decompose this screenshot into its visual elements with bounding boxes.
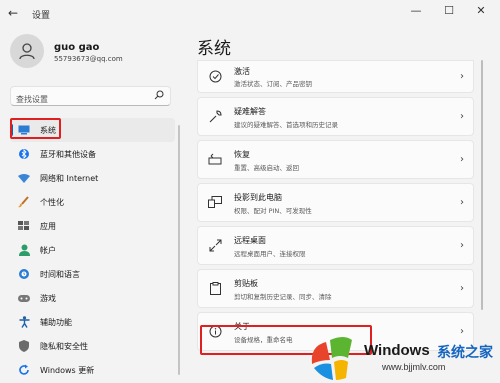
sidebar-item-label: 时间和语言	[40, 269, 80, 279]
card-troubleshoot[interactable]: 疑难解答 建议的疑难解答、首选项和历史记录 ›	[197, 97, 474, 136]
sidebar-item-label: 网络和 Internet	[40, 173, 99, 183]
search-box[interactable]	[10, 86, 171, 109]
sidebar-item-time-language[interactable]: 时间和语言	[10, 262, 175, 286]
sidebar-item-label: 隐私和安全性	[40, 341, 88, 351]
sidebar-nav: 系统 蓝牙和其他设备 网络和 Internet 个性化 应用 帐户 时间和语言 …	[10, 118, 175, 382]
shield-icon	[18, 340, 30, 352]
chevron-right-icon: ›	[460, 71, 464, 82]
page-title: 系统	[197, 39, 231, 59]
chevron-right-icon: ›	[460, 154, 464, 165]
card-title: 剪贴板	[234, 279, 258, 288]
sidebar-item-label: 帐户	[40, 245, 56, 255]
card-clipboard[interactable]: 剪贴板 剪切和复制历史记录、同步、清除 ›	[197, 269, 474, 308]
recovery-icon	[208, 152, 222, 166]
watermark-windows-text: Windows	[364, 342, 430, 359]
search-icon[interactable]	[154, 90, 164, 100]
card-subtitle: 设备规格，重命名电	[234, 336, 293, 344]
chevron-right-icon: ›	[460, 197, 464, 208]
card-subtitle: 剪切和复制历史记录、同步、清除	[234, 293, 332, 301]
sidebar-item-label: 游戏	[40, 293, 56, 303]
sidebar-item-privacy[interactable]: 隐私和安全性	[10, 334, 175, 358]
main-scrollbar[interactable]	[481, 60, 483, 310]
sidebar-item-label: 个性化	[40, 197, 64, 207]
maximize-button[interactable]: ☐	[441, 4, 457, 17]
sidebar-item-accounts[interactable]: 帐户	[10, 238, 175, 262]
sidebar-item-apps[interactable]: 应用	[10, 214, 175, 238]
card-projection[interactable]: 投影到此电脑 权限、配对 PIN、可发现性 ›	[197, 183, 474, 222]
sidebar-item-label: 蓝牙和其他设备	[40, 149, 96, 159]
sidebar-item-gaming[interactable]: 游戏	[10, 286, 175, 310]
user-email: 55793673@qq.com	[54, 55, 123, 63]
remote-desktop-icon	[208, 238, 222, 252]
projection-icon	[208, 195, 222, 209]
sidebar-item-label: Windows 更新	[40, 365, 95, 375]
brush-icon	[18, 196, 30, 208]
active-indicator	[10, 124, 13, 136]
card-title: 投影到此电脑	[234, 193, 282, 202]
sidebar-item-personalization[interactable]: 个性化	[10, 190, 175, 214]
sidebar-item-label: 辅助功能	[40, 317, 72, 327]
card-title: 远程桌面	[234, 236, 266, 245]
title-bar: ← 设置 — ☐ ✕	[0, 0, 500, 28]
chevron-right-icon: ›	[460, 240, 464, 251]
avatar[interactable]	[10, 34, 44, 68]
wrench-icon	[208, 109, 222, 123]
back-arrow-icon[interactable]: ←	[8, 6, 18, 20]
sidebar-item-accessibility[interactable]: 辅助功能	[10, 310, 175, 334]
sidebar-item-label: 应用	[40, 221, 56, 231]
info-icon	[208, 324, 222, 338]
clipboard-icon	[208, 281, 222, 295]
search-input[interactable]	[11, 90, 151, 109]
card-title: 疑难解答	[234, 107, 266, 116]
check-circle-icon	[208, 69, 222, 83]
watermark: Windows 系统之家 www.bjjmlv.com	[300, 326, 500, 383]
card-subtitle: 重置、高级启动、返回	[234, 164, 299, 172]
card-title: 恢复	[234, 150, 250, 159]
apps-icon	[18, 220, 30, 232]
card-recovery[interactable]: 恢复 重置、高级启动、返回 ›	[197, 140, 474, 179]
card-subtitle: 远程桌面用户、连接权限	[234, 250, 306, 258]
sidebar-item-system[interactable]: 系统	[10, 118, 175, 142]
watermark-url-text: www.bjjmlv.com	[382, 362, 446, 372]
bluetooth-icon	[18, 148, 30, 160]
close-button[interactable]: ✕	[473, 4, 489, 17]
card-subtitle: 建议的疑难解答、首选项和历史记录	[234, 121, 338, 129]
monitor-icon	[18, 124, 30, 136]
globe-clock-icon	[18, 268, 30, 280]
chevron-right-icon: ›	[460, 283, 464, 294]
person-icon	[18, 244, 30, 256]
sidebar-scrollbar[interactable]	[178, 125, 180, 375]
gamepad-icon	[18, 292, 30, 304]
sidebar-item-bluetooth[interactable]: 蓝牙和其他设备	[10, 142, 175, 166]
sidebar-item-label: 系统	[40, 125, 56, 135]
user-name: guo gao	[54, 42, 100, 53]
minimize-button[interactable]: —	[408, 4, 424, 17]
card-subtitle: 激活状态、订阅、产品密钥	[234, 80, 312, 88]
accessibility-icon	[18, 316, 30, 328]
card-title: 关于	[234, 322, 250, 331]
card-remote-desktop[interactable]: 远程桌面 远程桌面用户、连接权限 ›	[197, 226, 474, 265]
card-title: 激活	[234, 67, 250, 76]
windows-logo-icon	[311, 337, 352, 380]
sidebar-item-windows-update[interactable]: Windows 更新	[10, 358, 175, 382]
settings-list: 激活 激活状态、订阅、产品密钥 › 疑难解答 建议的疑难解答、首选项和历史记录 …	[197, 60, 474, 355]
card-activation[interactable]: 激活 激活状态、订阅、产品密钥 ›	[197, 60, 474, 93]
update-icon	[18, 364, 30, 376]
watermark-cn-text: 系统之家	[437, 345, 493, 361]
person-icon	[19, 43, 35, 60]
wifi-icon	[18, 172, 30, 184]
window-title: 设置	[32, 11, 51, 21]
card-subtitle: 权限、配对 PIN、可发现性	[234, 207, 312, 215]
sidebar-item-network[interactable]: 网络和 Internet	[10, 166, 175, 190]
chevron-right-icon: ›	[460, 111, 464, 122]
